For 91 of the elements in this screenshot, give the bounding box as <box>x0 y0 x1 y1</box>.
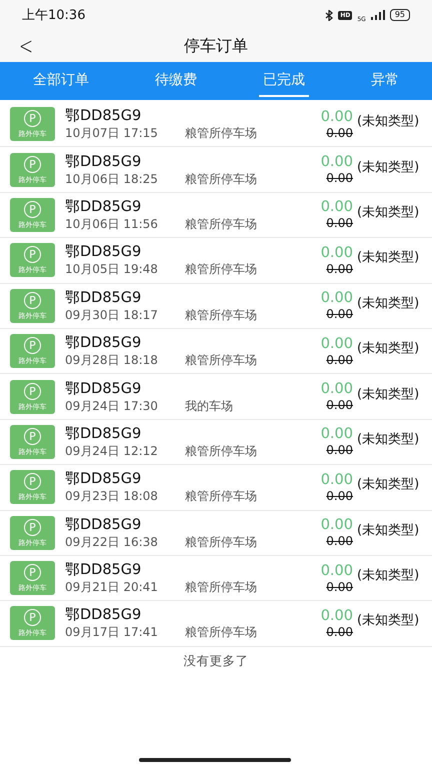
order-type: (未知类型) <box>357 612 420 630</box>
order-type: (未知类型) <box>357 340 420 358</box>
original-amount: 0.00 <box>326 443 353 458</box>
order-time: 09月28日 18:18 <box>65 352 159 368</box>
order-type: (未知类型) <box>357 249 420 266</box>
parking-icon: P <box>24 200 41 218</box>
order-type: (未知类型) <box>357 294 420 312</box>
status-time: 上午10:36 <box>22 7 86 24</box>
order-type: (未知类型) <box>357 476 420 494</box>
paid-amount: 0.00 <box>320 334 353 353</box>
parking-lot: 粮管所停车场 <box>185 624 257 640</box>
paid-amount: 0.00 <box>320 425 353 444</box>
plate-number: 鄂DD85G9 <box>65 288 142 307</box>
parking-lot: 粮管所停车场 <box>185 352 257 368</box>
parking-lot: 粮管所停车场 <box>185 534 257 550</box>
original-amount: 0.00 <box>326 216 353 232</box>
parking-lot: 我的车场 <box>185 398 233 414</box>
plate-number: 鄂DD85G9 <box>65 152 142 171</box>
order-type: (未知类型) <box>357 430 420 448</box>
plate-number: 鄂DD85G9 <box>65 470 142 488</box>
paid-amount: 0.00 <box>320 606 353 625</box>
plate-number: 鄂DD85G9 <box>65 424 142 443</box>
back-button[interactable]: < <box>14 31 38 61</box>
parking-icon: P <box>24 428 41 445</box>
order-type: (未知类型) <box>357 158 420 176</box>
parking-lot: 粮管所停车场 <box>185 442 257 459</box>
order-time: 09月24日 17:30 <box>65 398 159 414</box>
parking-icon: P <box>24 292 41 309</box>
original-amount: 0.00 <box>326 126 353 141</box>
plate-number: 鄂DD85G9 <box>65 334 142 352</box>
original-amount: 0.00 <box>326 488 353 504</box>
plate-number: 鄂DD85G9 <box>65 516 142 534</box>
parking-icon: P <box>24 564 41 582</box>
page-title: 停车订单 <box>184 36 248 54</box>
original-amount: 0.00 <box>326 262 353 277</box>
parking-icon: P <box>24 110 41 128</box>
original-amount: 0.00 <box>326 171 353 186</box>
original-amount: 0.00 <box>326 624 353 640</box>
order-time: 10月05日 19:48 <box>65 261 159 278</box>
order-time: 09月17日 17:41 <box>65 624 159 640</box>
battery-level: 95 <box>390 9 410 21</box>
plate-number: 鄂DD85G9 <box>65 107 142 126</box>
parking-icon: P <box>24 246 41 264</box>
parking-icon: P <box>24 337 41 354</box>
order-time: 09月21日 20:41 <box>65 579 159 596</box>
parking-icon: P <box>24 609 41 626</box>
order-time: 09月22日 16:38 <box>65 534 159 550</box>
order-type: (未知类型) <box>357 386 420 403</box>
plate-number: 鄂DD85G9 <box>65 243 142 262</box>
signal-icon <box>370 10 385 20</box>
original-amount: 0.00 <box>326 307 353 322</box>
paid-amount: 0.00 <box>320 198 353 216</box>
original-amount: 0.00 <box>326 398 353 414</box>
parking-lot: 粮管所停车场 <box>185 125 257 142</box>
order-time: 10月06日 11:56 <box>65 216 159 232</box>
paid-amount: 0.00 <box>320 516 353 534</box>
parking-icon: P <box>24 518 41 536</box>
original-amount: 0.00 <box>326 352 353 368</box>
order-time: 10月06日 18:25 <box>65 170 159 187</box>
order-type: (未知类型) <box>357 567 420 584</box>
order-time: 09月30日 18:17 <box>65 306 159 323</box>
paid-amount: 0.00 <box>320 562 353 580</box>
paid-amount: 0.00 <box>320 470 353 489</box>
order-time: 09月24日 12:12 <box>65 442 159 459</box>
bluetooth-icon <box>325 10 334 20</box>
paid-amount: 0.00 <box>320 244 353 262</box>
parking-lot: 粮管所停车场 <box>185 488 257 504</box>
end-of-list-text: 没有更多了 <box>184 652 248 668</box>
paid-amount: 0.00 <box>320 380 353 398</box>
order-type: (未知类型) <box>357 204 420 221</box>
parking-icon: P <box>24 473 41 490</box>
parking-lot: 粮管所停车场 <box>185 170 257 187</box>
parking-lot: 粮管所停车场 <box>185 216 257 232</box>
parking-lot: 粮管所停车场 <box>185 306 257 323</box>
parking-lot: 粮管所停车场 <box>185 579 257 596</box>
original-amount: 0.00 <box>326 534 353 550</box>
order-type: (未知类型) <box>357 113 420 130</box>
paid-amount: 0.00 <box>320 153 353 172</box>
paid-amount: 0.00 <box>320 108 353 126</box>
original-amount: 0.00 <box>326 580 353 595</box>
plate-number: 鄂DD85G9 <box>65 606 142 624</box>
order-type: (未知类型) <box>357 522 420 539</box>
plate-number: 鄂DD85G9 <box>65 561 142 580</box>
parking-icon: P <box>24 156 41 173</box>
plate-number: 鄂DD85G9 <box>65 198 142 216</box>
order-time: 10月07日 17:15 <box>65 125 159 142</box>
order-time: 09月23日 18:08 <box>65 488 159 504</box>
parking-icon: P <box>24 382 41 400</box>
plate-number: 鄂DD85G9 <box>65 380 142 398</box>
parking-lot: 粮管所停车场 <box>185 261 257 278</box>
paid-amount: 0.00 <box>320 289 353 308</box>
